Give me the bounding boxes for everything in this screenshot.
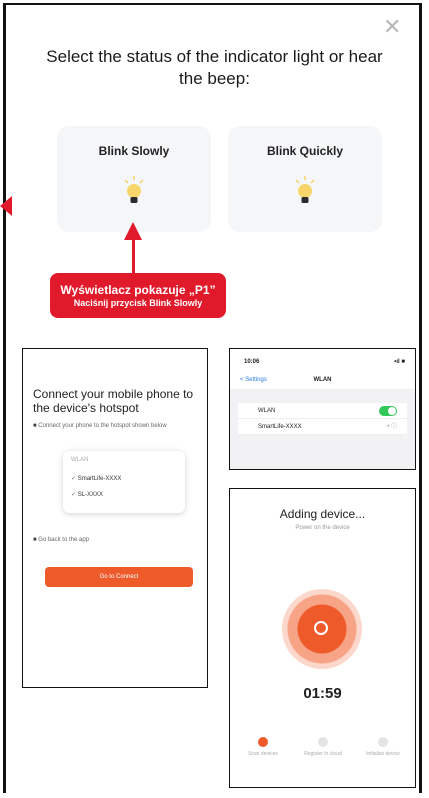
- wifi-settings-screenshot: 10:06 •ıl ■ < Settings WLAN WLAN SmartLi…: [229, 348, 416, 470]
- go-to-connect-button: Go to Connect: [45, 567, 193, 587]
- network-row-label: SmartLife-XXXX: [258, 424, 302, 430]
- adding-subtitle: Power on the device: [295, 525, 350, 531]
- step-dot-icon: [378, 737, 388, 747]
- step-dot-icon: [318, 737, 328, 747]
- arrow-shaft: [132, 236, 135, 278]
- network-row: SmartLife-XXXX • ⓘ: [238, 419, 407, 435]
- close-icon[interactable]: ✕: [383, 16, 401, 38]
- progress-steps: Scan devices Register to cloud Initializ…: [230, 737, 415, 777]
- wifi-settings-header: WLAN: [313, 377, 332, 383]
- dialog-title: Select the status of the indicator light…: [46, 47, 383, 88]
- step-one-text: Connect your phone to the hotspot shown …: [33, 423, 166, 429]
- wlan-toggle: [379, 406, 397, 416]
- instruction-callout: Wyświetlacz pokazuje „P1” Naciśnij przyc…: [50, 273, 226, 318]
- adding-device-screenshot: Adding device... Power on the device 01:…: [229, 488, 416, 788]
- step-dot-icon: [258, 737, 268, 747]
- adding-title: Adding device...: [279, 507, 366, 521]
- blink-slowly-label: Blink Slowly: [98, 144, 170, 158]
- progress-step: Scan devices: [236, 737, 290, 757]
- callout-sub-text: Naciśnij przycisk Blink Slowly: [73, 298, 203, 308]
- blink-slowly-option[interactable]: Blink Slowly: [57, 126, 211, 232]
- wifi-list-card: WLAN SmartLife-XXXX SL-XXXX: [63, 451, 185, 513]
- callout-main-text: Wyświetlacz pokazuje „P1”: [60, 283, 216, 297]
- progress-step: Initialize device: [356, 737, 410, 757]
- step-label: Initialize device: [366, 751, 400, 757]
- wifi-network-item: SL-XXXX: [71, 491, 103, 498]
- status-time: 10:06: [244, 359, 260, 365]
- connect-heading: Connect your mobile phone to the device'…: [33, 387, 194, 415]
- connect-hotspot-screenshot: Connect your mobile phone to the device'…: [22, 348, 208, 688]
- step-two-text: Go back to the app: [33, 537, 89, 543]
- blink-quickly-option[interactable]: Blink Quickly: [228, 126, 382, 232]
- wifi-list-header: WLAN: [71, 457, 89, 463]
- wlan-row: WLAN: [238, 403, 407, 419]
- blink-quickly-label: Blink Quickly: [266, 144, 344, 158]
- lightbulb-icon: [124, 176, 144, 203]
- lightbulb-icon: [295, 176, 315, 203]
- wifi-settings-panel: WLAN SmartLife-XXXX • ⓘ: [230, 389, 415, 469]
- search-icon: [314, 621, 328, 635]
- info-icon: • ⓘ: [387, 424, 397, 430]
- wlan-row-label: WLAN: [258, 408, 276, 414]
- left-arrow-icon: [0, 196, 12, 216]
- wifi-network-item: SmartLife-XXXX: [71, 475, 122, 482]
- step-label: Scan devices: [248, 751, 278, 757]
- countdown-timer: 01:59: [303, 685, 342, 702]
- step-label: Register to cloud: [304, 751, 342, 757]
- progress-step: Register to cloud: [296, 737, 350, 757]
- signal-icon: •ıl ■: [394, 359, 405, 365]
